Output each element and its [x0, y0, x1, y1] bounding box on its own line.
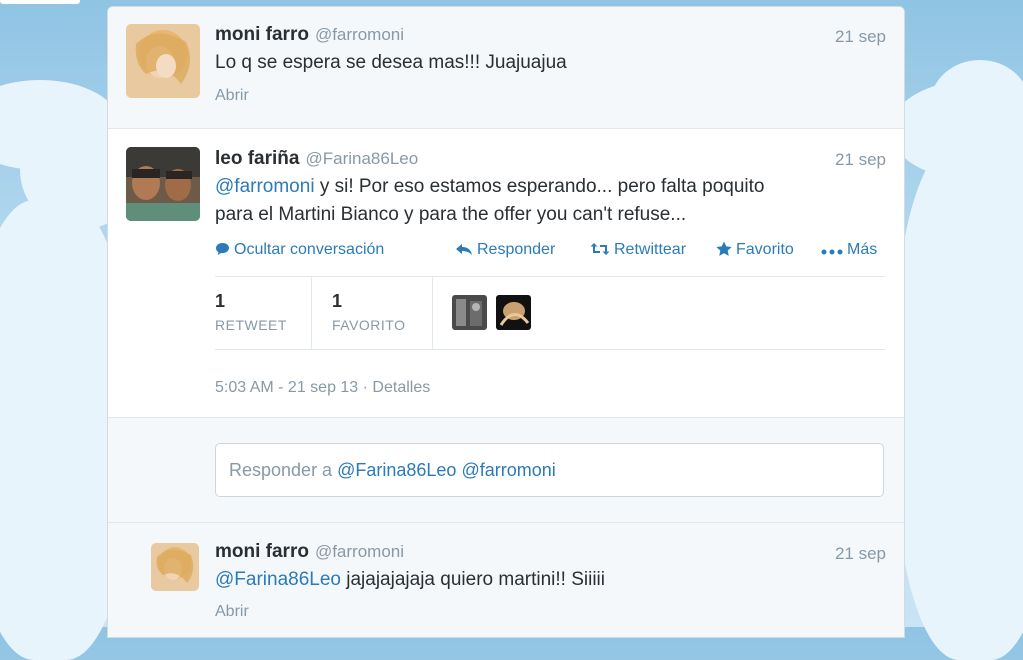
tweet-text-line1: y si! Por eso estamos esperando... pero … [314, 176, 765, 197]
retweet-icon [590, 243, 610, 255]
mention-link[interactable]: @Farina86Leo [215, 569, 341, 590]
reply-button[interactable]: Responder [455, 241, 555, 259]
favorite-label: Favorito [736, 241, 794, 258]
tweet-text-line2: para el Martini Bianco y para the offer … [215, 204, 687, 225]
retweet-button[interactable]: Retwittear [590, 241, 686, 259]
more-label: Más [847, 241, 878, 258]
avatar[interactable] [126, 24, 200, 98]
tweet-time[interactable]: 21 sep [835, 544, 886, 564]
tweet-text-body: jajajajajaja quiero martini!! Siiiii [340, 569, 605, 590]
retweet-count-label: RETWEET [215, 317, 287, 333]
author-name[interactable]: moni farro @farromoni [215, 24, 404, 46]
favorite-count-label: FAVORITO [332, 317, 406, 333]
tweet-timestamp: 5:03 AM - 21 sep 13 · Detalles [215, 379, 431, 396]
author-name[interactable]: leo fariña @Farina86Leo [215, 148, 418, 170]
reply-mention: @Farina86Leo [337, 460, 457, 480]
reply-box-area: Responder a @Farina86Leo @farromoni [108, 418, 904, 523]
retweet-count[interactable]: 1 RETWEET [215, 277, 311, 349]
tweet-item-expanded: leo fariña @Farina86Leo 21 sep @farromoni… [108, 129, 904, 418]
author-handle[interactable]: @farromoni [315, 25, 404, 44]
favoriter-avatar[interactable] [452, 295, 487, 330]
author-display-name[interactable]: leo fariña [215, 148, 299, 169]
tweet-time[interactable]: 21 sep [835, 27, 886, 47]
reply-mention: @farromoni [461, 460, 556, 480]
top-tab-strip [0, 0, 80, 4]
comment-icon [216, 243, 229, 255]
author-name[interactable]: moni farro @farromoni [215, 541, 404, 563]
favorite-button[interactable]: Favorito [716, 241, 794, 259]
expand-link[interactable]: Abrir [215, 603, 249, 621]
reply-input[interactable]: Responder a @Farina86Leo @farromoni [215, 443, 884, 497]
author-handle[interactable]: @Farina86Leo [305, 149, 418, 168]
timestamp-text[interactable]: 5:03 AM - 21 sep 13 [215, 379, 358, 396]
reply-input-placeholder: Responder a [229, 460, 338, 480]
reply-icon [456, 244, 472, 255]
author-handle[interactable]: @farromoni [315, 542, 404, 561]
more-dots-icon [821, 249, 843, 255]
tweet-time[interactable]: 21 sep [835, 150, 886, 170]
details-link[interactable]: Detalles [372, 379, 430, 396]
avatar[interactable] [151, 543, 199, 591]
hide-conversation-button[interactable]: Ocultar conversación [215, 241, 384, 259]
favoriter-avatar[interactable] [496, 295, 531, 330]
stats-divider [432, 277, 433, 349]
expand-link[interactable]: Abrir [215, 87, 249, 105]
retweet-count-value: 1 [215, 291, 226, 311]
author-display-name[interactable]: moni farro [215, 541, 309, 562]
more-button[interactable]: Más [821, 241, 877, 259]
favorite-count-value: 1 [332, 291, 343, 311]
tweet-text: @Farina86Leo jajajajajaja quiero martini… [215, 566, 605, 594]
background-cloud [895, 140, 1023, 660]
hide-conversation-label: Ocultar conversación [234, 241, 385, 258]
tweet-item[interactable]: moni farro @farromoni 21 sep @Farina86Leo… [108, 523, 904, 637]
background-cloud [930, 60, 1023, 150]
reply-label: Responder [477, 241, 556, 258]
favorite-count[interactable]: 1 FAVORITO [312, 277, 432, 349]
avatar[interactable] [126, 147, 200, 221]
tweet-text: Lo q se espera se desea mas!!! Juajuajua [215, 52, 567, 73]
tweet-item[interactable]: moni farro @farromoni 21 sep Lo q se espe… [108, 7, 904, 129]
tweet-stats: 1 RETWEET 1 FAVORITO [215, 276, 885, 350]
retweet-label: Retwittear [614, 241, 687, 258]
conversation-panel: moni farro @farromoni 21 sep Lo q se espe… [107, 6, 905, 638]
mention-link[interactable]: @farromoni [215, 176, 315, 197]
author-display-name[interactable]: moni farro [215, 24, 309, 45]
star-icon [716, 241, 732, 256]
tweet-text: @farromoni y si! Por eso estamos esperan… [215, 173, 875, 229]
